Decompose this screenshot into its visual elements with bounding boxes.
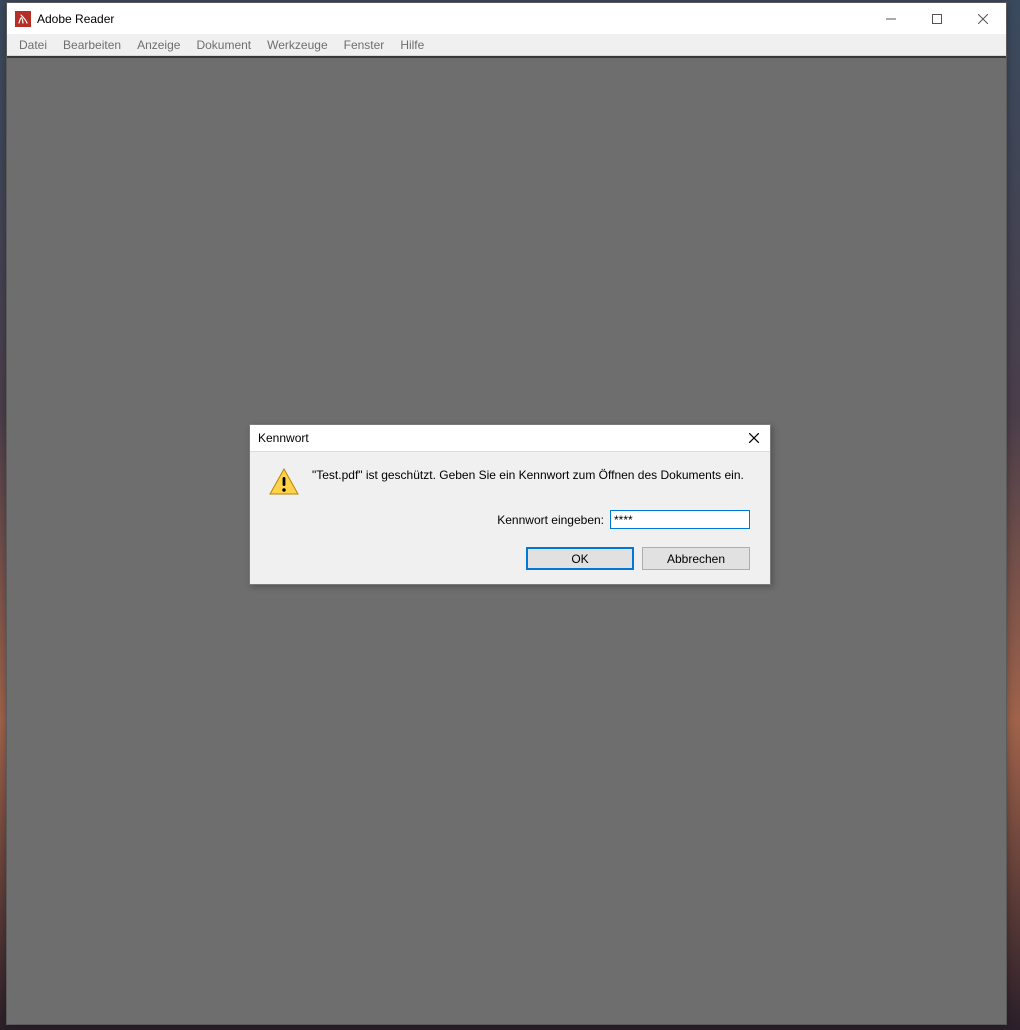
window-controls xyxy=(868,3,1006,34)
menu-dokument[interactable]: Dokument xyxy=(188,34,259,55)
dialog-titlebar[interactable]: Kennwort xyxy=(250,425,770,452)
menu-fenster[interactable]: Fenster xyxy=(336,34,393,55)
titlebar[interactable]: Adobe Reader xyxy=(7,3,1006,34)
cancel-button[interactable]: Abbrechen xyxy=(642,547,750,570)
menu-hilfe[interactable]: Hilfe xyxy=(392,34,432,55)
ok-button[interactable]: OK xyxy=(526,547,634,570)
dialog-message: "Test.pdf" ist geschützt. Geben Sie ein … xyxy=(312,466,744,482)
dialog-close-button[interactable] xyxy=(738,425,770,451)
menu-werkzeuge[interactable]: Werkzeuge xyxy=(259,34,335,55)
warning-icon xyxy=(268,466,300,498)
app-title: Adobe Reader xyxy=(37,12,868,26)
password-label: Kennwort eingeben: xyxy=(497,513,604,527)
adobe-reader-icon xyxy=(15,11,31,27)
dialog-title: Kennwort xyxy=(258,431,738,445)
password-input[interactable] xyxy=(610,510,750,529)
password-dialog: Kennwort "Test.pdf" ist geschützt. Geben… xyxy=(249,424,771,585)
menubar: Datei Bearbeiten Anzeige Dokument Werkze… xyxy=(7,34,1006,56)
close-button[interactable] xyxy=(960,3,1006,34)
menu-bearbeiten[interactable]: Bearbeiten xyxy=(55,34,129,55)
menu-datei[interactable]: Datei xyxy=(11,34,55,55)
maximize-button[interactable] xyxy=(914,3,960,34)
menu-anzeige[interactable]: Anzeige xyxy=(129,34,188,55)
minimize-button[interactable] xyxy=(868,3,914,34)
dialog-body: "Test.pdf" ist geschützt. Geben Sie ein … xyxy=(250,452,770,584)
